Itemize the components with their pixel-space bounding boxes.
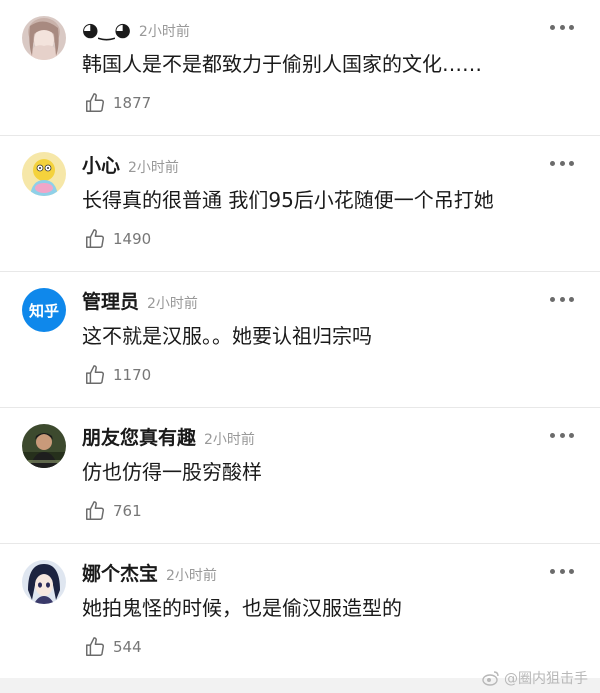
comment-text: 这不就是汉服。。她要认祖归宗吗 [82,324,372,348]
avatar[interactable] [22,560,66,604]
like-count: 544 [113,638,142,656]
like-button[interactable]: 544 [84,635,142,659]
comment-text: 韩国人是不是都致力于偷别人国家的文化…… [82,52,482,76]
zhihu-logo: 知乎 [28,301,59,320]
username-text[interactable]: 管理员 [82,291,139,313]
more-options-button[interactable] [550,22,574,32]
avatar[interactable] [22,16,66,60]
comment-item: 娜个杰宝 2小时前 她拍鬼怪的时候，也是偷汉服造型的 544 [0,544,600,680]
timestamp: 2小时前 [147,296,198,312]
comment-text: 长得真的很普通 我们95后小花随便一个吊打她 [82,188,494,212]
username-text[interactable]: 朋友您真有趣 [82,427,196,449]
watermark: @圈内狙击手 [482,668,588,688]
more-options-button[interactable] [550,294,574,304]
like-count: 1170 [113,366,152,384]
thumbs-up-icon [86,365,104,384]
like-button[interactable]: 1877 [84,91,151,115]
comment-item: 朋友您真有趣 2小时前 仿也仿得一股穷酸样 761 [0,408,600,544]
like-count: 1877 [113,94,152,112]
comment-text: 仿也仿得一股穷酸样 [82,460,262,484]
timestamp: 2小时前 [166,568,217,584]
timestamp: 2小时前 [138,24,190,40]
username[interactable]: 朋友您真有趣 2小时前 [82,425,255,453]
avatar[interactable] [22,152,66,196]
more-options-button[interactable] [550,158,574,168]
like-button[interactable]: 1170 [84,363,151,387]
username[interactable]: ◕‿◕ 2小时前 [82,17,190,45]
thumbs-up-icon [86,637,104,656]
thumbs-up-icon [86,501,104,520]
comment-item: ◕‿◕ 2小时前 韩国人是不是都致力于偷别人国家的文化…… 1877 [0,0,600,136]
avatar[interactable] [22,424,66,468]
weibo-icon [482,671,499,686]
comment-text: 她拍鬼怪的时候，也是偷汉服造型的 [82,596,402,620]
username[interactable]: 小心 2小时前 [82,153,179,181]
username[interactable]: 娜个杰宝 2小时前 [82,561,217,589]
timestamp: 2小时前 [128,160,179,176]
like-button[interactable]: 1490 [84,227,151,251]
like-count: 1490 [113,230,152,248]
thumbs-up-icon [86,93,104,112]
watermark-text: @圈内狙击手 [504,671,588,687]
comment-item: 知乎 管理员 2小时前 这不就是汉服。。她要认祖归宗吗 1170 [0,272,600,408]
timestamp: 2小时前 [204,432,255,448]
avatar[interactable]: 知乎 [22,288,66,332]
username-text[interactable]: 小心 [82,155,120,177]
like-count: 761 [113,502,142,520]
comment-item: 小心 2小时前 长得真的很普通 我们95后小花随便一个吊打她 1490 [0,136,600,272]
username-text[interactable]: ◕‿◕ [82,19,131,41]
more-options-button[interactable] [550,430,574,440]
like-button[interactable]: 761 [84,499,142,523]
thumbs-up-icon [86,229,104,248]
more-options-button[interactable] [550,566,574,576]
username-text[interactable]: 娜个杰宝 [82,563,158,585]
username[interactable]: 管理员 2小时前 [82,289,198,317]
